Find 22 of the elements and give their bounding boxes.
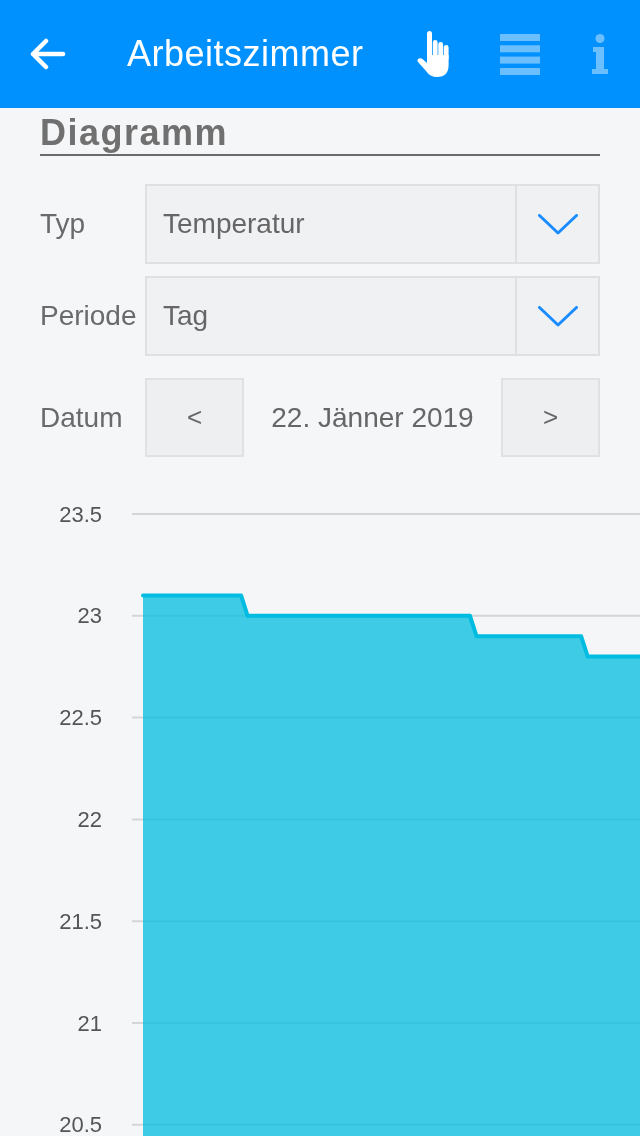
y-tick-label: 22.5 bbox=[59, 705, 102, 731]
field-label: Datum bbox=[40, 401, 124, 434]
back-arrow-icon[interactable] bbox=[30, 38, 66, 70]
y-tick-label: 21 bbox=[77, 1010, 102, 1036]
info-icon[interactable] bbox=[590, 34, 610, 74]
date-label: 22. Jänner 2019 bbox=[270, 401, 475, 434]
chevron-down-icon bbox=[537, 213, 578, 235]
previous-button[interactable]: < bbox=[145, 378, 244, 457]
y-tick-label: 20.5 bbox=[59, 1112, 102, 1136]
next-button[interactable]: > bbox=[501, 378, 600, 457]
header-title: Arbeitszimmer bbox=[127, 33, 364, 75]
section-heading: Diagramm bbox=[40, 112, 229, 154]
dropdown-field[interactable]: Tag bbox=[145, 276, 600, 356]
list-icon[interactable] bbox=[500, 33, 540, 75]
field-label: Periode bbox=[40, 300, 138, 332]
y-tick-label: 21.5 bbox=[59, 908, 102, 934]
field-label: Typ bbox=[40, 208, 87, 240]
dropdown-field[interactable]: Temperatur bbox=[145, 184, 600, 264]
y-tick-label: 23 bbox=[77, 603, 102, 629]
y-tick-label: 23.5 bbox=[59, 501, 102, 527]
y-tick-label: 22 bbox=[77, 806, 102, 832]
chevron-down-icon bbox=[537, 305, 578, 327]
